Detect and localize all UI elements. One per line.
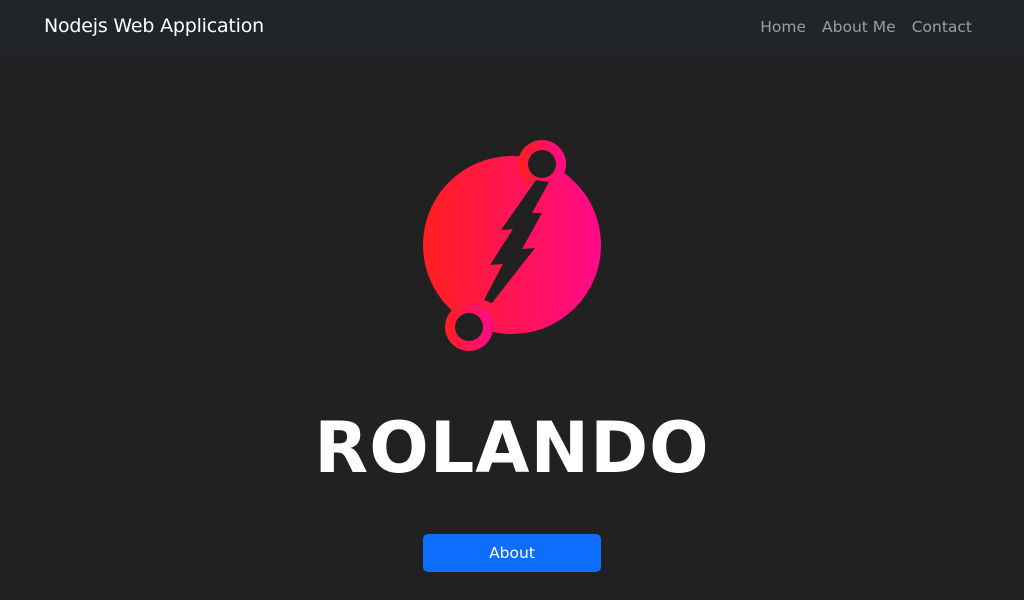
brand-link[interactable]: Nodejs Web Application — [44, 15, 264, 37]
about-button[interactable]: About — [423, 534, 601, 572]
lightning-circle-logo-icon — [423, 140, 601, 351]
hero-title: ROLANDO — [314, 407, 710, 489]
nav-links: Home About Me Contact — [760, 18, 972, 36]
nav-link-contact[interactable]: Contact — [912, 18, 972, 36]
navbar: Nodejs Web Application Home About Me Con… — [0, 0, 1024, 57]
hero-section: ROLANDO About — [0, 57, 1024, 600]
nav-link-home[interactable]: Home — [760, 18, 806, 36]
nav-link-about-me[interactable]: About Me — [822, 18, 896, 36]
